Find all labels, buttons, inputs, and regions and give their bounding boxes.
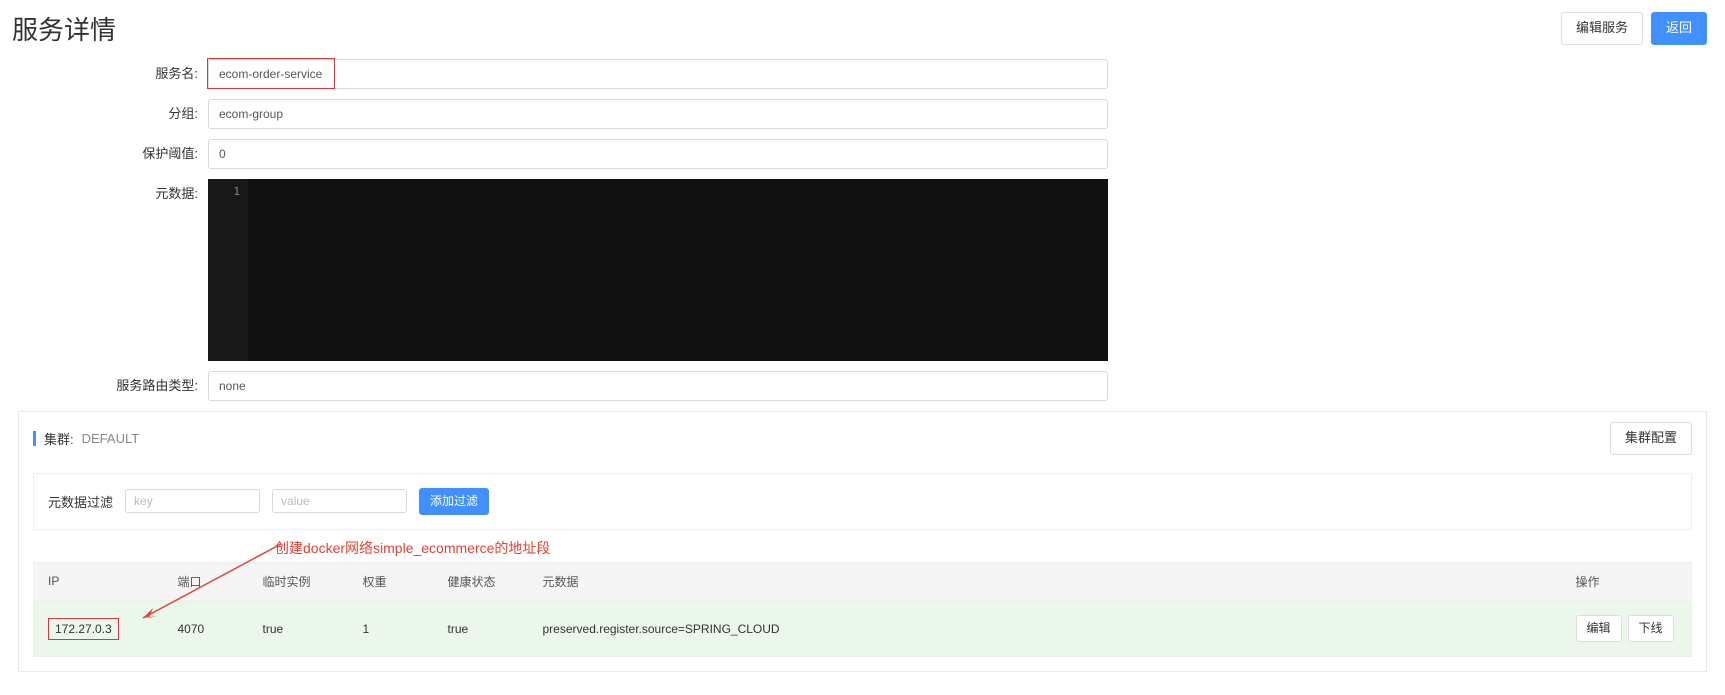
th-port: 端口	[164, 562, 249, 600]
filter-key-input[interactable]	[125, 489, 260, 513]
filter-value-input[interactable]	[272, 489, 407, 513]
metadata-filter-bar: 元数据过滤 添加过滤	[33, 473, 1692, 530]
route-type-label: 服务路由类型:	[18, 371, 208, 401]
table-header-row: IP 端口 临时实例 权重 健康状态 元数据 操作	[34, 562, 1692, 600]
service-form: 服务名: 分组: 保护阈值: 元数据: 1 服务路由类型:	[0, 59, 1725, 401]
protect-threshold-label: 保护阈值:	[18, 139, 208, 169]
filter-label: 元数据过滤	[48, 492, 113, 511]
cluster-name: DEFAULT	[82, 431, 140, 446]
protect-threshold-input[interactable]	[208, 139, 1108, 169]
add-filter-button[interactable]: 添加过滤	[419, 488, 489, 515]
offline-row-button[interactable]: 下线	[1628, 615, 1674, 642]
cluster-config-button[interactable]: 集群配置	[1610, 422, 1692, 455]
section-indicator	[33, 431, 36, 446]
td-health: true	[434, 600, 529, 656]
td-action: 编辑 下线	[1562, 600, 1692, 656]
th-weight: 权重	[349, 562, 434, 600]
annotation-row: 创建docker网络simple_ecommerce的地址段	[33, 536, 1692, 562]
annotation-text: 创建docker网络simple_ecommerce的地址段	[275, 538, 550, 558]
th-action: 操作	[1562, 562, 1692, 600]
th-ip: IP	[34, 562, 164, 600]
th-metadata: 元数据	[529, 562, 1562, 600]
td-metadata: preserved.register.source=SPRING_CLOUD	[529, 600, 1562, 656]
td-ip: 172.27.0.3	[34, 600, 164, 656]
group-input[interactable]	[208, 99, 1108, 129]
back-button[interactable]: 返回	[1651, 12, 1707, 45]
header-actions: 编辑服务 返回	[1561, 12, 1707, 45]
edit-service-button[interactable]: 编辑服务	[1561, 12, 1643, 45]
th-temp: 临时实例	[249, 562, 349, 600]
td-weight: 1	[349, 600, 434, 656]
cluster-card: 集群: DEFAULT 集群配置 元数据过滤 添加过滤 创建docker网络si…	[18, 411, 1707, 672]
instance-table: IP 端口 临时实例 权重 健康状态 元数据 操作 172.27.0.3 407…	[33, 562, 1692, 657]
td-port: 4070	[164, 600, 249, 656]
page-title: 服务详情	[12, 10, 116, 47]
service-name-label: 服务名:	[18, 59, 208, 89]
code-body[interactable]	[248, 179, 1108, 361]
table-row: 172.27.0.3 4070 true 1 true preserved.re…	[34, 600, 1692, 656]
cluster-title-label: 集群:	[44, 429, 74, 448]
metadata-editor[interactable]: 1	[208, 179, 1108, 361]
code-gutter: 1	[208, 179, 248, 361]
ip-value-highlight: 172.27.0.3	[48, 618, 119, 640]
edit-row-button[interactable]: 编辑	[1576, 615, 1622, 642]
service-name-input[interactable]	[208, 59, 1108, 89]
group-label: 分组:	[18, 99, 208, 129]
td-temp: true	[249, 600, 349, 656]
th-health: 健康状态	[434, 562, 529, 600]
metadata-label: 元数据:	[18, 179, 208, 209]
route-type-input[interactable]	[208, 371, 1108, 401]
